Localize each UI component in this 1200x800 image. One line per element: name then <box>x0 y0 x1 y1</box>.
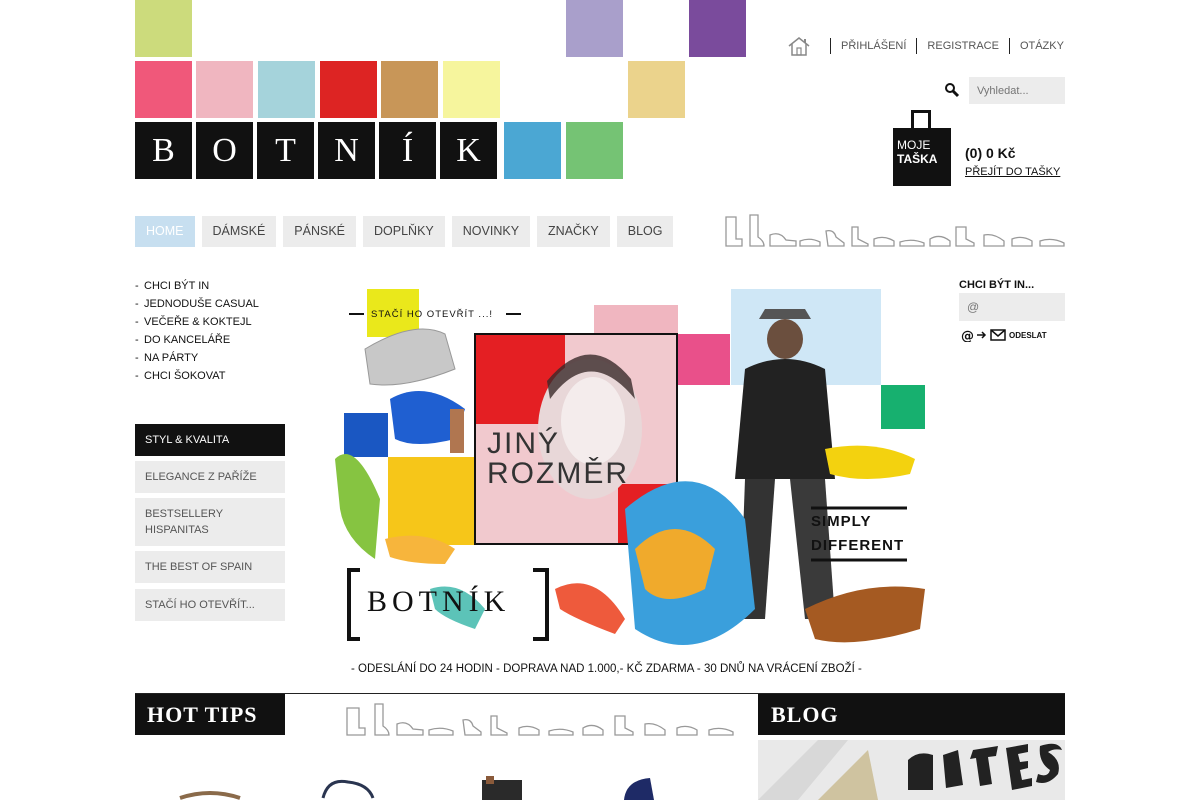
color-tile <box>320 61 377 118</box>
logo-letter: T <box>257 122 314 179</box>
login-link[interactable]: Přihlášení <box>841 40 906 52</box>
bag-label-line1: MOJE <box>897 138 931 152</box>
product-thumbnail[interactable] <box>476 774 536 800</box>
color-tile <box>258 61 315 118</box>
register-link[interactable]: Registrace <box>927 40 999 52</box>
hot-tips-title: HOT TIPS <box>135 694 285 735</box>
category-item[interactable]: - NA PÁRTY <box>135 351 259 369</box>
nav-item-blog[interactable]: BLOG <box>616 216 674 247</box>
search-input[interactable] <box>969 77 1065 104</box>
category-label: CHCI ŠOKOVAT <box>144 370 226 382</box>
category-item[interactable]: - JEDNODUŠE CASUAL <box>135 297 259 315</box>
blog-title: BLOG <box>758 694 1065 735</box>
newsletter-send-button[interactable]: @ ODESLAT <box>961 327 1047 343</box>
color-tile <box>504 122 561 179</box>
color-tile <box>135 61 192 118</box>
logo-letter: O <box>196 122 253 179</box>
category-label: CHCI BÝT IN <box>144 280 210 292</box>
category-item[interactable]: - CHCI BÝT IN <box>135 279 259 297</box>
home-icon[interactable] <box>786 36 812 56</box>
category-label: NA PÁRTY <box>144 352 199 364</box>
nav-item-brands[interactable]: ZNAČKY <box>537 216 610 247</box>
faq-link[interactable]: Otázky <box>1020 40 1064 52</box>
color-tile <box>689 0 746 57</box>
color-tile <box>628 61 685 118</box>
cart-total: (0) 0 Kč <box>965 145 1016 161</box>
nav-item-new[interactable]: NOVINKY <box>451 216 531 247</box>
bag-label-line2: TAŠKA <box>897 152 938 166</box>
divider <box>1008 38 1010 54</box>
blog-image[interactable] <box>758 740 1065 800</box>
hero-footer-text: - ODESLÁNÍ DO 24 HODIN - DOPRAVA NAD 1.0… <box>351 663 862 675</box>
category-item[interactable]: - VEČEŘE & KOKTEJL <box>135 315 259 333</box>
color-tile <box>566 0 623 57</box>
at-arrow-icon: @ <box>961 329 987 342</box>
color-tile <box>443 61 500 118</box>
main-nav: HOME DÁMSKÉ PÁNSKÉ DOPLŇKY NOVINKY ZNAČK… <box>135 216 674 247</box>
category-label: JEDNODUŠE CASUAL <box>144 298 259 310</box>
color-tile <box>381 61 438 118</box>
shoe-silhouettes-icon <box>725 214 1065 247</box>
nav-item-men[interactable]: PÁNSKÉ <box>283 216 357 247</box>
product-thumbnail[interactable] <box>318 774 378 800</box>
hero-artwork <box>335 289 925 645</box>
bag-icon: MOJE TAŠKA <box>893 128 951 186</box>
nav-item-home[interactable]: HOME <box>135 216 195 247</box>
category-item[interactable]: - DO KANCELÁŘE <box>135 333 259 351</box>
svg-text:@: @ <box>961 329 974 342</box>
hero-tagline-top: STAČÍ HO OTEVŘÍT ...! <box>371 309 493 320</box>
category-item[interactable]: - CHCI ŠOKOVAT <box>135 369 259 387</box>
nav-item-accessories[interactable]: DOPLŇKY <box>363 216 445 247</box>
hero-jiny-line2: ROZMĚR <box>487 457 629 490</box>
side-box-open-it[interactable]: STAČÍ HO OTEVŘÍT... <box>135 589 285 621</box>
category-list: - CHCI BÝT IN - JEDNODUŠE CASUAL - VEČEŘE &… <box>135 279 259 387</box>
color-tile <box>135 0 192 57</box>
hero-simply-line1: SIMPLY <box>811 513 872 530</box>
logo-letter: Í <box>379 122 436 179</box>
go-to-cart-link[interactable]: PŘEJÍT DO TAŠKY <box>965 166 1060 178</box>
product-thumbnail[interactable] <box>620 774 670 800</box>
side-box-best-of-spain[interactable]: THE BEST OF SPAIN <box>135 551 285 583</box>
shoe-silhouettes-icon <box>346 703 734 736</box>
side-box-hispanitas[interactable]: BESTSELLERY HISPANITAS <box>135 498 285 546</box>
hero-brand: BOTNÍK <box>367 585 511 618</box>
nav-item-women[interactable]: DÁMSKÉ <box>201 216 277 247</box>
newsletter-title: CHCI BÝT IN... <box>959 279 1035 291</box>
logo-letter: K <box>440 122 497 179</box>
product-thumbnail[interactable] <box>170 780 250 800</box>
category-label: VEČEŘE & KOKTEJL <box>144 316 252 328</box>
side-box-paris[interactable]: ELEGANCE Z PAŘÍŽE <box>135 461 285 493</box>
color-tile <box>196 61 253 118</box>
side-box-style-quality[interactable]: STYL & KVALITA <box>135 424 285 456</box>
hero-banner[interactable]: STAČÍ HO OTEVŘÍT ...! JINÝ ROZMĚR SIMPLY… <box>335 289 925 683</box>
envelope-icon <box>990 329 1006 341</box>
logo-letter: B <box>135 122 192 179</box>
hero-jiny-line1: JINÝ <box>487 427 561 460</box>
bag-handle-icon <box>911 110 931 130</box>
logo-letter: N <box>318 122 375 179</box>
search-icon[interactable] <box>944 82 960 98</box>
divider <box>830 38 831 54</box>
top-links: Přihlášení Registrace Otázky <box>786 36 1064 56</box>
hero-simply-line2: DIFFERENT <box>811 537 905 554</box>
send-label: ODESLAT <box>1009 330 1047 340</box>
blog-photo <box>758 740 1065 800</box>
divider <box>916 38 918 54</box>
color-tile <box>566 122 623 179</box>
newsletter-email-field[interactable] <box>959 293 1065 321</box>
category-label: DO KANCELÁŘE <box>144 334 231 346</box>
cart-bag[interactable]: MOJE TAŠKA <box>893 110 951 186</box>
